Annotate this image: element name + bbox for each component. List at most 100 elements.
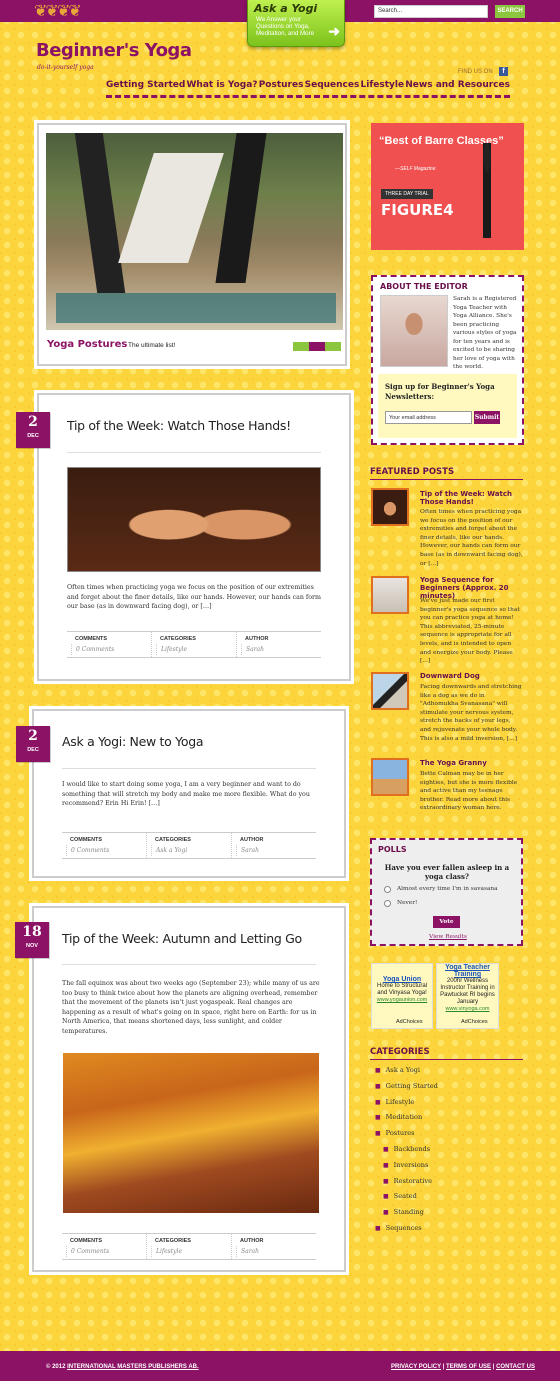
post-title[interactable]: Ask a Yogi: New to Yoga — [62, 734, 204, 749]
category-label[interactable]: Ask a Yogi — [386, 1066, 420, 1074]
divider — [62, 768, 316, 769]
subcategory-item[interactable]: ■ Seated — [375, 1189, 523, 1205]
meta-comments[interactable]: 0 Comments — [66, 1246, 142, 1257]
subcategory-item[interactable]: ■ Restorative — [375, 1174, 523, 1190]
figure4-ad[interactable]: “Best of Barre Classes” —SELF Magazine T… — [371, 123, 524, 250]
category-label[interactable]: Backbends — [394, 1145, 430, 1153]
meta-comments[interactable]: 0 Comments — [66, 845, 142, 856]
subcategory-item[interactable]: ■ Inversions — [375, 1158, 523, 1174]
category-item[interactable]: ■ Ask a Yogi — [375, 1063, 523, 1079]
ad-url[interactable]: www.yogaunion.com — [372, 997, 432, 1003]
featured-post-thumb[interactable] — [371, 758, 409, 796]
site-logo[interactable]: Beginner's Yoga — [36, 40, 192, 61]
terms-link[interactable]: TERMS OF USE — [446, 1364, 491, 1370]
poll-radio[interactable] — [384, 886, 391, 893]
nav-lifestyle[interactable]: Lifestyle — [361, 80, 405, 95]
category-item[interactable]: ■ Postures — [375, 1126, 523, 1142]
company-link[interactable]: INTERNATIONAL MASTERS PUBLISHERS AB. — [67, 1364, 199, 1370]
ad-choices[interactable]: AdChoices — [396, 1019, 423, 1026]
category-list: ■ Ask a Yogi ■ Getting Started ■ Lifestyle … — [375, 1063, 523, 1237]
category-item[interactable]: ■ Meditation — [375, 1110, 523, 1126]
search-button[interactable]: SEARCH — [495, 5, 525, 18]
ad-url[interactable]: www.vinyoga.com — [437, 1006, 498, 1012]
divider — [370, 479, 523, 480]
category-item[interactable]: ■ Getting Started — [375, 1079, 523, 1095]
featured-post-thumb[interactable] — [371, 488, 409, 526]
ask-a-yogi-title: Ask a Yogi — [254, 2, 318, 15]
featured-post-title[interactable]: Downward Dog — [420, 672, 523, 680]
date-day: 18 — [22, 924, 42, 940]
meta-comments[interactable]: 0 Comments — [71, 644, 147, 655]
ad-title[interactable]: Yoga Teacher Training — [437, 964, 498, 978]
ad-title[interactable]: Yoga Union — [372, 976, 432, 983]
search-input[interactable]: Search... — [374, 5, 488, 18]
category-label[interactable]: Seated — [394, 1192, 417, 1200]
footer-links: PRIVACY POLICY | TERMS OF USE | CONTACT … — [391, 1364, 535, 1370]
poll-box — [370, 838, 523, 946]
ad-choices[interactable]: AdChoices — [461, 1019, 488, 1026]
email-field[interactable]: Your email address — [385, 411, 472, 424]
post-title[interactable]: Tip of the Week: Autumn and Letting Go — [62, 931, 302, 946]
nav-getting-started[interactable]: Getting Started — [106, 80, 185, 95]
featured-post-thumb[interactable] — [371, 672, 409, 710]
featured-image[interactable] — [46, 133, 343, 330]
meta-categories-label: CATEGORIES — [155, 1238, 191, 1244]
vote-button[interactable]: Vote — [433, 916, 460, 928]
subcategory-item[interactable]: ■ Standing — [375, 1205, 523, 1221]
post-image-hands[interactable] — [67, 467, 321, 572]
facebook-icon[interactable]: f — [499, 67, 508, 76]
category-label[interactable]: Lifestyle — [386, 1098, 415, 1106]
categories-heading: CATEGORIES — [370, 1047, 430, 1057]
meta-category[interactable]: Lifestyle — [151, 1246, 227, 1257]
featured-title[interactable]: Yoga Postures — [47, 339, 127, 350]
post-image-autumn[interactable] — [63, 1053, 319, 1213]
featured-post-excerpt: Bette Calman may be in her eighties, but… — [420, 771, 518, 812]
nav-news-resources[interactable]: News and Resources — [405, 80, 510, 95]
featured-post-thumb[interactable] — [371, 576, 409, 614]
category-label[interactable]: Meditation — [386, 1113, 423, 1121]
category-label[interactable]: Standing — [394, 1208, 424, 1216]
privacy-link[interactable]: PRIVACY POLICY — [391, 1364, 441, 1370]
featured-post-title[interactable]: Tip of the Week: Watch Those Hands! — [420, 490, 523, 506]
category-item[interactable]: ■ Lifestyle — [375, 1095, 523, 1111]
category-label[interactable]: Sequences — [386, 1224, 422, 1232]
meta-category[interactable]: Ask a Yogi — [151, 845, 227, 856]
nav-postures[interactable]: Postures — [259, 80, 304, 95]
featured-post-excerpt: Often times when practicing yoga we focu… — [420, 509, 523, 567]
meta-category[interactable]: Lifestyle — [156, 644, 232, 655]
footer: © 2012 INTERNATIONAL MASTERS PUBLISHERS … — [0, 1351, 560, 1381]
ad-figure-image — [467, 143, 507, 238]
featured-post-title[interactable]: The Yoga Granny — [420, 759, 523, 767]
ask-a-yogi-button[interactable]: Ask a Yogi We Answer your Questions on Y… — [247, 0, 345, 47]
category-label[interactable]: Postures — [386, 1129, 415, 1137]
post-meta: COMMENTS 0 Comments CATEGORIES Ask a Yogi … — [62, 832, 316, 859]
category-item[interactable]: ■ Sequences — [375, 1221, 523, 1237]
editor-bio: Sarah is a Registered Yoga Teacher with … — [453, 296, 517, 370]
submit-button[interactable]: Submit — [474, 411, 500, 424]
meta-author[interactable]: Sarah — [236, 845, 312, 856]
featured-posts-heading: FEATURED POSTS — [370, 467, 455, 477]
slider-dot-active[interactable] — [309, 342, 325, 351]
poll-radio[interactable] — [384, 900, 391, 907]
nav-sequences[interactable]: Sequences — [305, 80, 360, 95]
slider-dot[interactable] — [293, 342, 309, 351]
poll-option[interactable]: Never! — [397, 900, 417, 906]
text-ad[interactable]: Yoga Union Home to Structural and Vinyas… — [371, 963, 433, 1029]
category-label[interactable]: Restorative — [394, 1177, 432, 1185]
date-badge: 2 DEC — [16, 412, 50, 448]
ad-body: Home to Structural and Vinyasa Yoga! — [376, 983, 428, 996]
featured-post-excerpt: We've just made our first beginner's yog… — [420, 598, 520, 665]
category-label[interactable]: Inversions — [394, 1161, 429, 1169]
view-results-link[interactable]: View Results — [429, 934, 467, 940]
editor-photo — [380, 295, 448, 367]
text-ad[interactable]: Yoga Teacher Training 200hr Wellness Ins… — [436, 963, 499, 1029]
meta-author[interactable]: Sarah — [236, 1246, 312, 1257]
subcategory-item[interactable]: ■ Backbends — [375, 1142, 523, 1158]
poll-option[interactable]: Almost every time I'm in savasana — [397, 886, 498, 892]
category-label[interactable]: Getting Started — [386, 1082, 438, 1090]
nav-what-is-yoga[interactable]: What is Yoga? — [186, 80, 257, 95]
meta-author[interactable]: Sarah — [241, 644, 317, 655]
contact-link[interactable]: CONTACT US — [496, 1364, 535, 1370]
post-title[interactable]: Tip of the Week: Watch Those Hands! — [67, 418, 291, 433]
slider-dot[interactable] — [325, 342, 341, 351]
